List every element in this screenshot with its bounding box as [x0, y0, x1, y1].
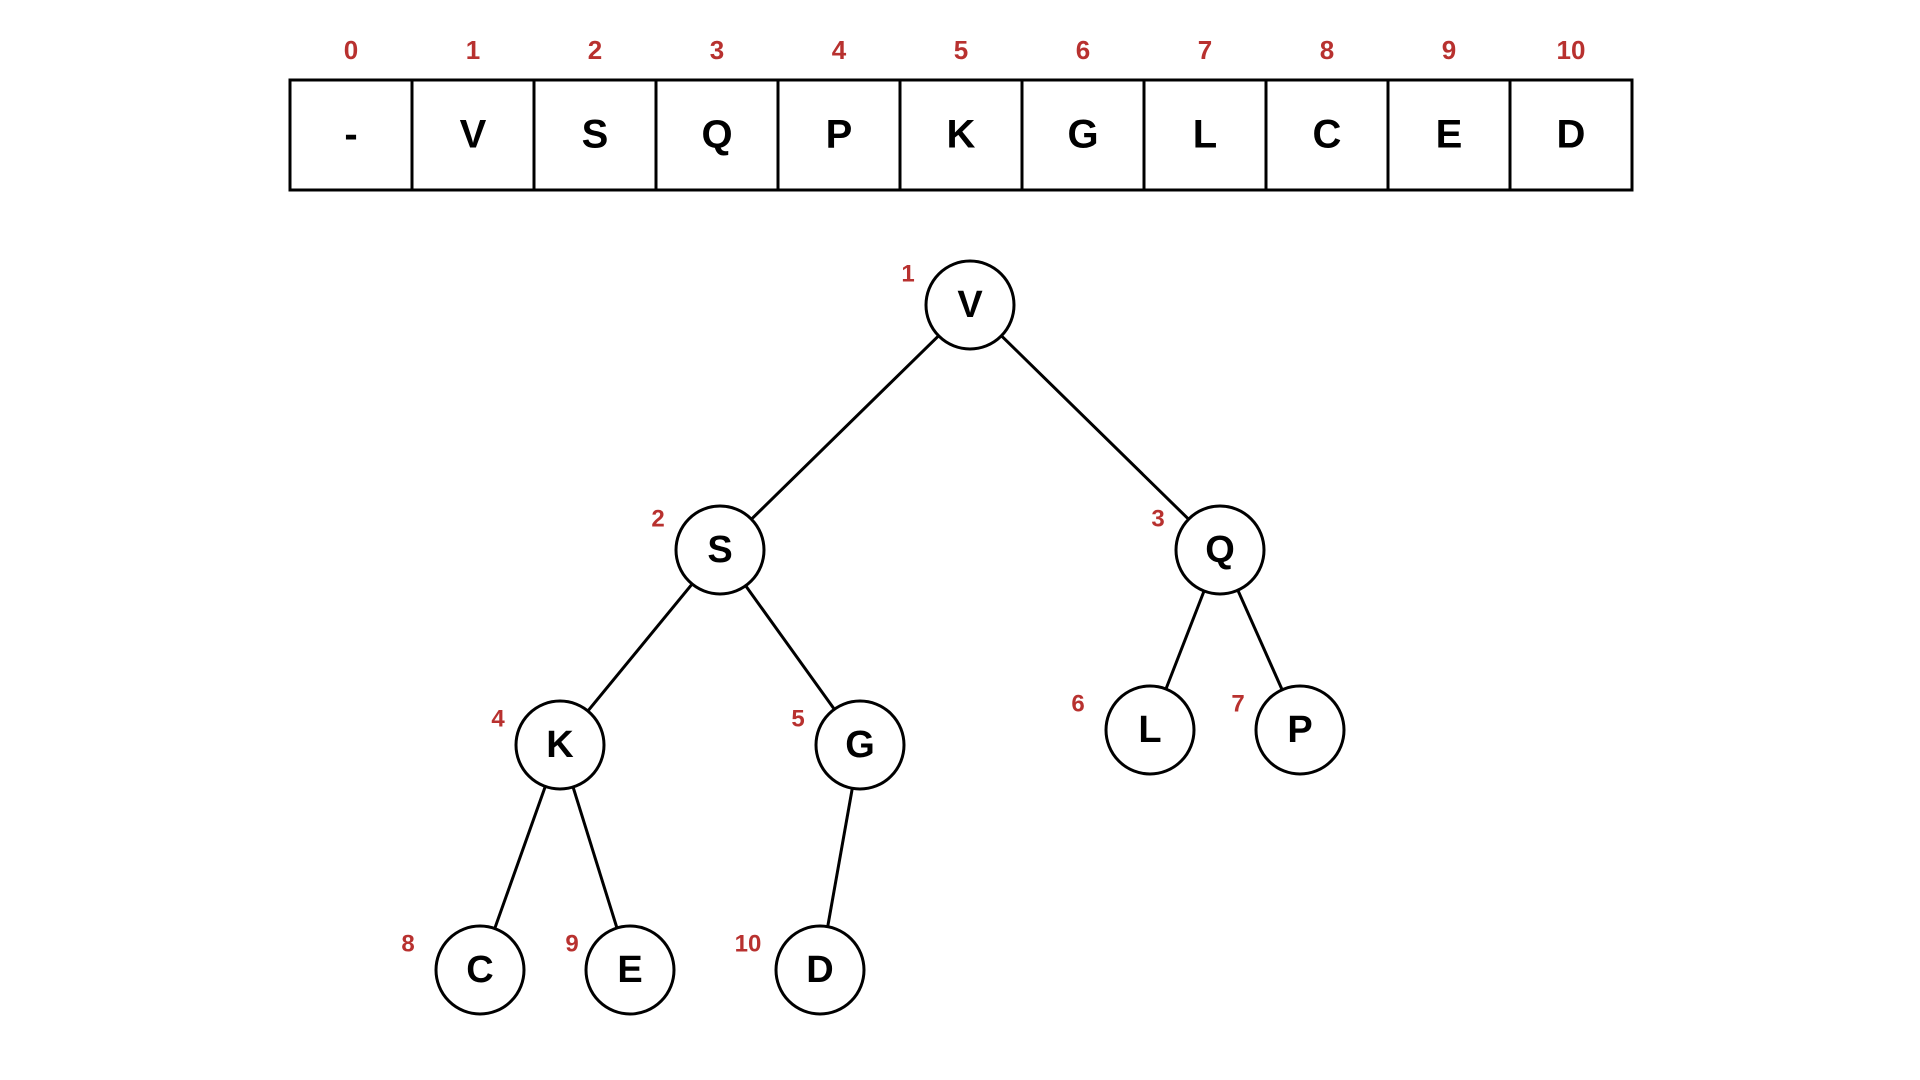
array-index: 5: [954, 35, 968, 65]
array-index: 0: [344, 35, 358, 65]
array-cell-value: -: [344, 113, 357, 157]
array-index: 4: [832, 35, 847, 65]
tree-node-index: 7: [1231, 690, 1244, 717]
tree-node-label: V: [957, 284, 983, 326]
tree-edge: [1166, 591, 1204, 689]
tree-node-label: Q: [1205, 529, 1235, 571]
tree-node-label: E: [617, 949, 642, 991]
tree-node-index: 4: [491, 705, 505, 732]
array-cell-value: E: [1436, 113, 1463, 157]
array-cell-value: Q: [701, 113, 732, 157]
tree-node-label: D: [806, 949, 833, 991]
array-cell-value: P: [826, 113, 853, 157]
tree-node-label: S: [707, 529, 732, 571]
tree-node-index: 1: [901, 260, 914, 287]
array-cell-value: C: [1313, 113, 1342, 157]
tree-edge: [1001, 336, 1188, 519]
tree-node-label: G: [845, 724, 875, 766]
array-index: 6: [1076, 35, 1090, 65]
array-cell-value: K: [947, 113, 976, 157]
array-index: 1: [466, 35, 480, 65]
array-cell-value: L: [1193, 113, 1217, 157]
tree-edge: [751, 336, 938, 519]
array-cell-value: D: [1557, 113, 1586, 157]
diagram-canvas: 0 - 1 V 2 S 3 Q 4 P 5 K 6 G 7 L 8 C 9 E 10 D V 1 S 2 Q 3 K 4 G 5 L 6 P 7 C 8 E…: [0, 0, 1920, 1080]
array-index: 10: [1557, 35, 1586, 65]
tree-nodes: V 1 S 2 Q 3 K 4 G 5 L 6 P 7 C 8 E 9 D 10: [401, 260, 1344, 1014]
tree-edge: [495, 786, 546, 928]
tree-node-index: 5: [791, 705, 804, 732]
array-index: 8: [1320, 35, 1334, 65]
array-index: 9: [1442, 35, 1456, 65]
array-index: 2: [588, 35, 602, 65]
array-index: 3: [710, 35, 724, 65]
tree-edge: [746, 586, 835, 710]
tree-node-label: C: [466, 949, 493, 991]
tree-node-label: L: [1138, 709, 1161, 751]
array-index: 7: [1198, 35, 1212, 65]
tree-node-label: K: [546, 724, 574, 766]
array-group: 0 - 1 V 2 S 3 Q 4 P 5 K 6 G 7 L 8 C 9 E 10 D: [290, 35, 1632, 190]
array-cell-value: V: [460, 113, 487, 157]
tree-node-index: 3: [1151, 505, 1164, 532]
tree-edge: [588, 584, 692, 711]
array-cell-value: G: [1067, 113, 1098, 157]
tree-edge: [573, 787, 617, 928]
array-cell-value: S: [582, 113, 609, 157]
tree-edge: [828, 788, 853, 926]
tree-node-index: 6: [1071, 690, 1084, 717]
tree-node-index: 10: [735, 930, 762, 957]
tree-node-index: 8: [401, 930, 414, 957]
tree-edge: [1238, 590, 1282, 690]
tree-node-index: 9: [565, 930, 578, 957]
tree-edges: [495, 336, 1282, 929]
tree-node-label: P: [1287, 709, 1312, 751]
tree-node-index: 2: [651, 505, 664, 532]
